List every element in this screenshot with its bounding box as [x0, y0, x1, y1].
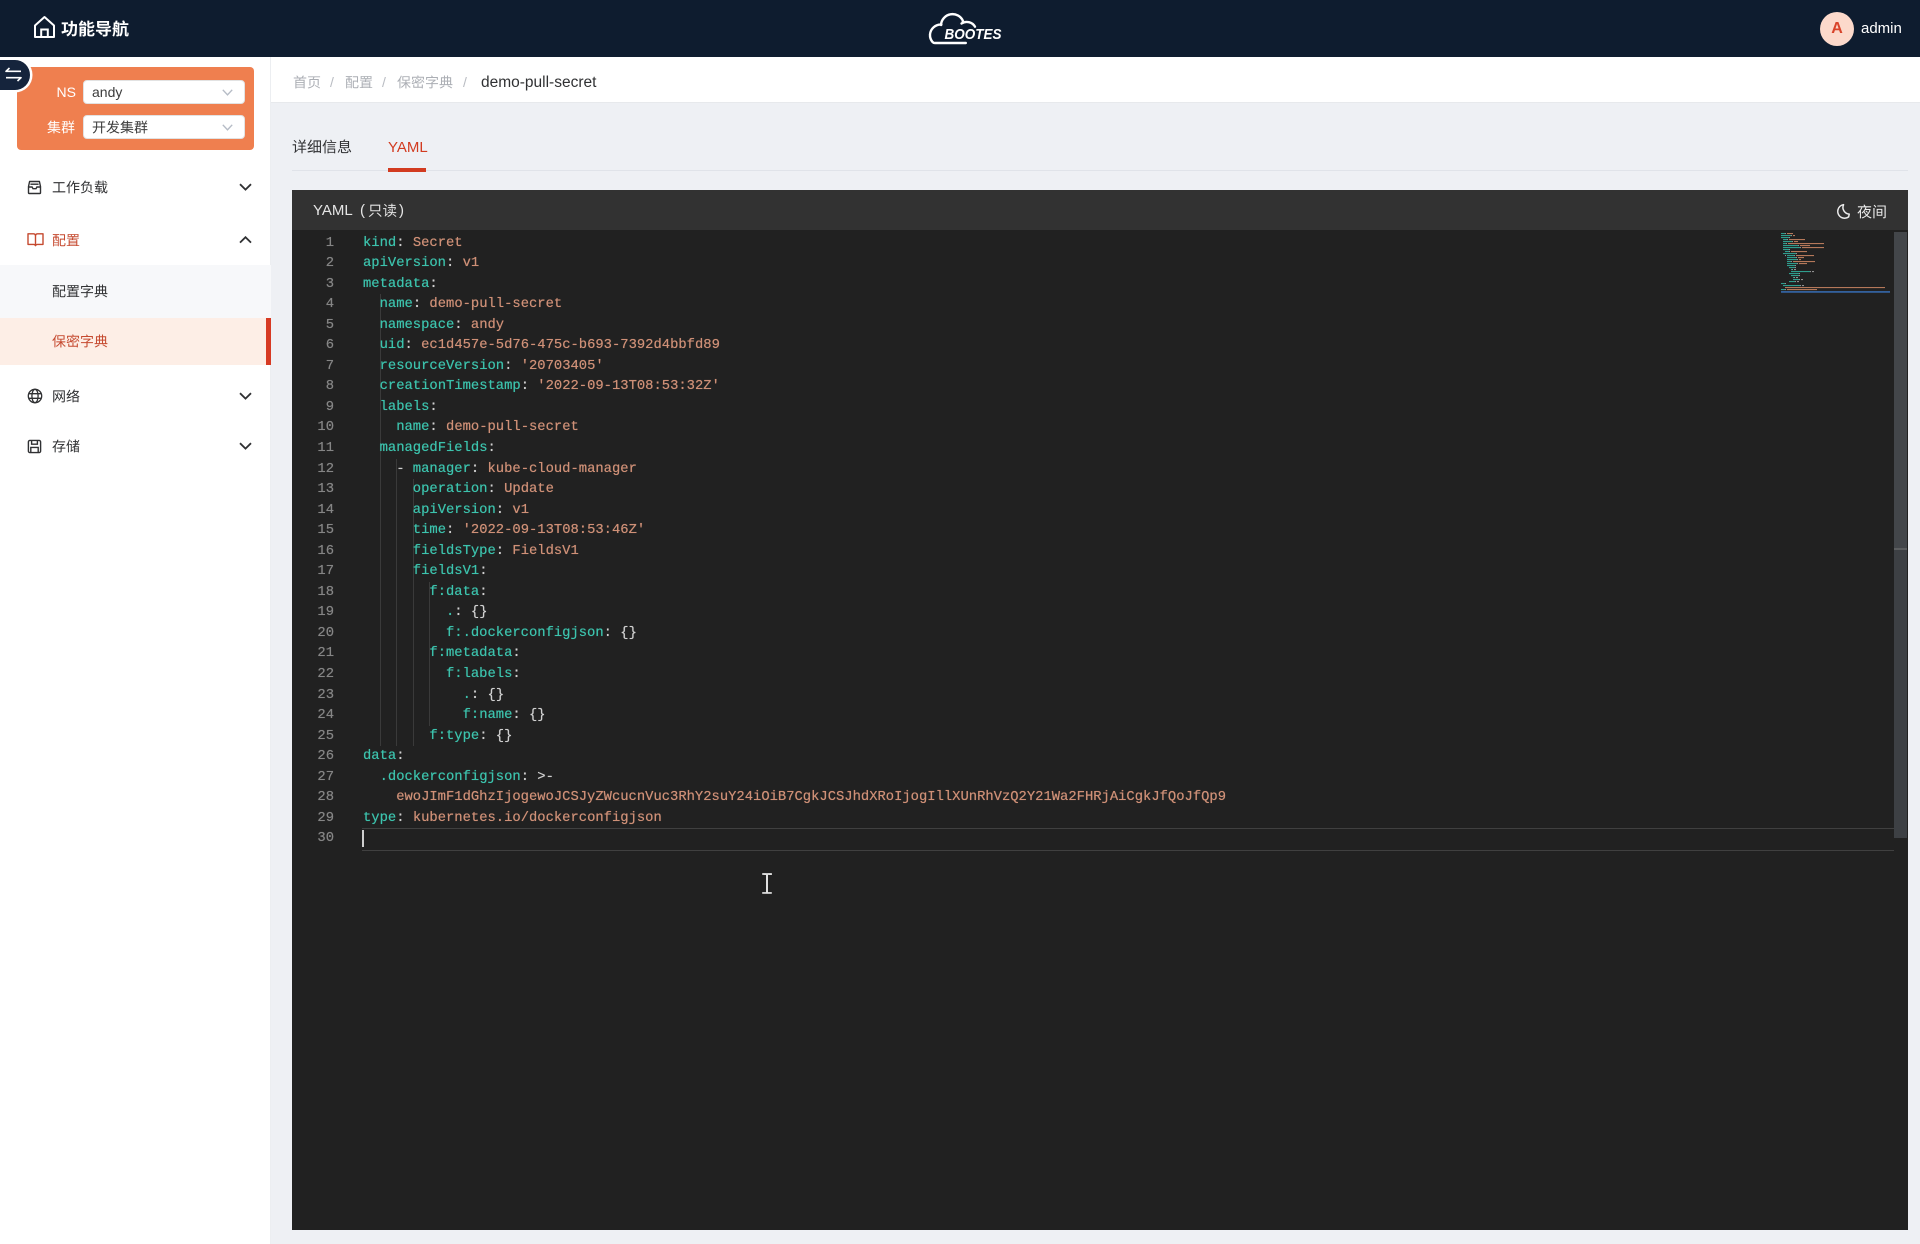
- svg-text:BOOTES: BOOTES: [945, 27, 1002, 43]
